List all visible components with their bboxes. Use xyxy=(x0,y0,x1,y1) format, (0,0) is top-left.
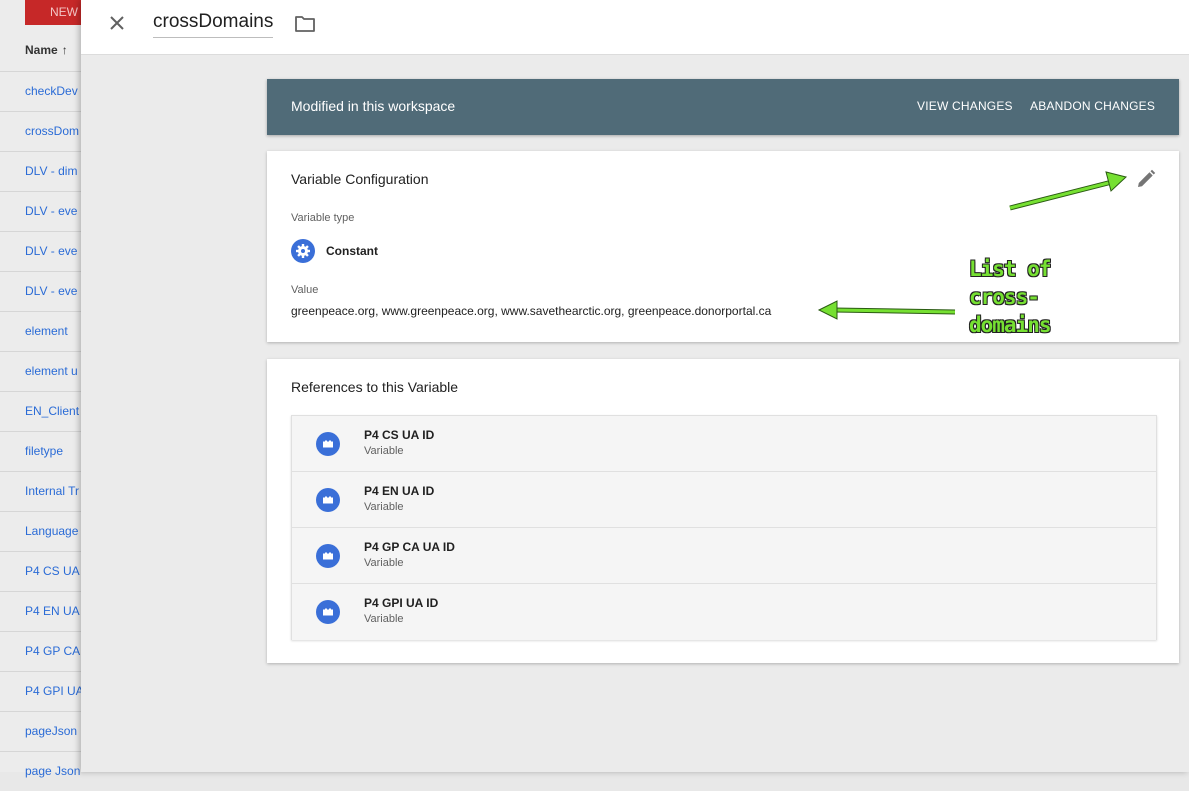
references-card: References to this Variable P4 CS UA ID … xyxy=(267,359,1179,663)
variable-icon xyxy=(316,544,340,568)
annotation-label: List of cross- domains xyxy=(969,255,1089,339)
banner-text: Modified in this workspace xyxy=(291,98,456,114)
reference-type: Variable xyxy=(364,557,404,569)
reference-type: Variable xyxy=(364,613,404,625)
workspace-banner: Modified in this workspace VIEW CHANGES … xyxy=(267,79,1179,135)
list-item[interactable]: P4 CS UA ID Variable xyxy=(292,416,1156,472)
variable-type-name: Constant xyxy=(326,244,378,258)
list-item[interactable]: P4 GPI UA ID Variable xyxy=(292,584,1156,640)
variable-type-row: Constant xyxy=(291,239,378,263)
arrow-up-icon: ↑ xyxy=(61,43,68,57)
reference-name: P4 GPI UA ID xyxy=(364,596,439,610)
view-changes-button[interactable]: VIEW CHANGES xyxy=(917,99,1013,113)
variable-icon xyxy=(316,600,340,624)
page-title[interactable]: crossDomains xyxy=(153,11,274,38)
reference-type: Variable xyxy=(364,501,404,513)
annotation-line: cross- xyxy=(969,285,1040,309)
list-item[interactable]: P4 EN UA ID Variable xyxy=(292,472,1156,528)
variable-panel: crossDomains Modified in this workspace … xyxy=(81,0,1189,772)
name-column-label: Name xyxy=(25,43,58,57)
folder-icon[interactable] xyxy=(294,14,316,34)
name-column-header[interactable]: Name ↑ xyxy=(25,43,68,57)
annotation-line: List of xyxy=(969,257,1052,281)
config-title: Variable Configuration xyxy=(291,171,429,187)
list-item[interactable]: P4 GP CA UA ID Variable xyxy=(292,528,1156,584)
reference-name: P4 EN UA ID xyxy=(364,484,435,498)
constant-value: greenpeace.org, www.greenpeace.org, www.… xyxy=(291,304,772,318)
gear-icon xyxy=(291,239,315,263)
close-icon[interactable] xyxy=(106,12,128,34)
value-label: Value xyxy=(291,284,319,296)
abandon-changes-button[interactable]: ABANDON CHANGES xyxy=(1030,99,1155,113)
reference-type: Variable xyxy=(364,445,404,457)
variable-icon xyxy=(316,432,340,456)
variable-icon xyxy=(316,488,340,512)
variable-type-label: Variable type xyxy=(291,212,355,224)
references-title: References to this Variable xyxy=(291,379,459,395)
reference-name: P4 CS UA ID xyxy=(364,428,435,442)
annotation-line: domains xyxy=(969,313,1052,337)
pencil-icon[interactable] xyxy=(1135,168,1157,190)
panel-header: crossDomains xyxy=(81,0,1189,55)
references-list: P4 CS UA ID Variable P4 EN UA ID Variabl… xyxy=(291,415,1157,640)
reference-name: P4 GP CA UA ID xyxy=(364,540,455,554)
